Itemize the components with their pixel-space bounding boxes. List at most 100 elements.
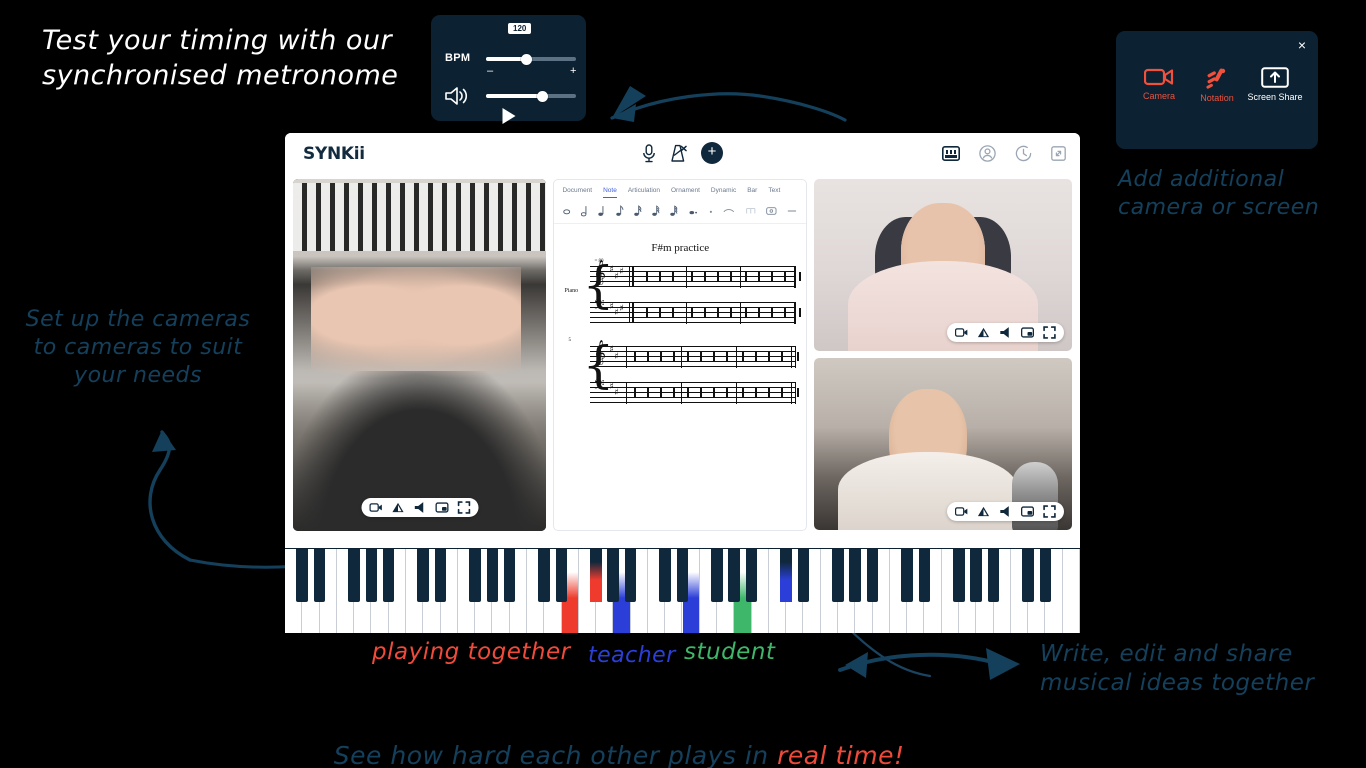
piano-black-key[interactable] (797, 549, 809, 602)
piano-black-key[interactable] (365, 549, 377, 602)
latency-meter-icon[interactable] (977, 326, 990, 339)
bpm-decrease-button[interactable]: – (487, 66, 493, 77)
camera-toggle-icon[interactable] (955, 505, 968, 518)
video-control-strip[interactable] (947, 502, 1064, 521)
piano-black-key[interactable] (417, 549, 429, 602)
key-press-highlight (590, 562, 602, 602)
tab-note[interactable]: Note (603, 187, 617, 198)
piano-black-key[interactable] (728, 549, 740, 602)
half-note-tool[interactable] (580, 204, 588, 218)
video-control-strip[interactable] (361, 498, 479, 517)
piano-black-key[interactable] (1039, 549, 1051, 602)
latency-meter-icon[interactable] (977, 505, 990, 518)
header-right-controls (942, 133, 1066, 173)
piano-keyboard-toggle-icon[interactable] (942, 145, 960, 161)
microphone-icon[interactable] (642, 143, 656, 163)
volume-slider-knob[interactable] (537, 90, 549, 102)
tab-ornament[interactable]: Ornament (671, 187, 700, 198)
video-control-strip[interactable] (947, 323, 1064, 342)
fullscreen-icon[interactable] (1043, 505, 1056, 518)
metronome-muted-icon[interactable] (670, 144, 687, 163)
expand-layout-icon[interactable] (1051, 145, 1066, 161)
staccato-dot-tool[interactable] (708, 205, 714, 217)
piano-black-key[interactable] (607, 549, 619, 602)
piano-black-key[interactable] (296, 549, 308, 602)
bpm-slider-knob[interactable] (521, 53, 532, 65)
metronome-play-button[interactable] (502, 108, 515, 124)
add-screenshare-option[interactable]: Screen Share (1246, 67, 1304, 102)
piano-black-key[interactable] (590, 549, 602, 602)
volume-slider[interactable] (486, 90, 576, 102)
add-plus-button[interactable]: + (701, 142, 723, 164)
piano-black-key[interactable] (313, 549, 326, 602)
add-notation-option[interactable]: Notation (1188, 67, 1246, 103)
participant-tile-teacher[interactable] (814, 358, 1072, 530)
piano-black-key[interactable] (970, 549, 982, 602)
tab-text[interactable]: Text (768, 187, 780, 198)
fullscreen-icon[interactable] (457, 501, 470, 514)
metronome-widget[interactable]: 120 BPM – + (431, 15, 586, 124)
piano-black-key[interactable] (434, 549, 447, 602)
beam-group-tool[interactable] (745, 205, 757, 217)
whole-note-tool[interactable] (563, 205, 571, 217)
speaker-mute-icon[interactable] (413, 501, 426, 514)
sixtyfourth-note-tool[interactable] (670, 204, 678, 218)
quarter-note-tool[interactable] (598, 204, 605, 218)
piano-black-key[interactable] (538, 549, 550, 602)
piano-black-key[interactable] (1022, 549, 1034, 602)
piano-black-key[interactable] (624, 549, 637, 602)
bpm-increase-button[interactable]: + (570, 66, 576, 77)
piano-black-key[interactable] (555, 549, 568, 602)
close-icon[interactable]: × (1295, 38, 1309, 52)
eraser-tool[interactable] (766, 205, 777, 217)
piano-black-key[interactable] (745, 549, 758, 602)
piano-black-key[interactable] (711, 549, 723, 602)
speaker-mute-icon[interactable] (999, 505, 1012, 518)
piano-black-key[interactable] (866, 549, 879, 602)
piano-black-key[interactable] (901, 549, 913, 602)
bpm-slider[interactable] (486, 53, 576, 65)
piano-black-key[interactable] (382, 549, 395, 602)
picture-in-picture-icon[interactable] (435, 501, 449, 514)
participants-icon[interactable] (979, 144, 996, 162)
add-camera-option[interactable]: Camera (1130, 67, 1188, 101)
camera-toggle-icon[interactable] (369, 501, 382, 514)
add-source-popover[interactable]: × Camera Notation Screen Share (1116, 31, 1318, 149)
sixteenth-note-tool[interactable] (634, 204, 642, 218)
piano-keyboard-strip[interactable] (285, 548, 1080, 633)
fullscreen-icon[interactable] (1043, 326, 1056, 339)
piano-white-key[interactable] (1062, 549, 1080, 633)
camera-toggle-icon[interactable] (955, 326, 968, 339)
dash-tool[interactable] (787, 205, 797, 217)
history-clock-icon[interactable] (1015, 145, 1032, 162)
participant-tile-student[interactable] (814, 179, 1072, 351)
picture-in-picture-icon[interactable] (1021, 505, 1034, 518)
picture-in-picture-icon[interactable] (1021, 326, 1034, 339)
piano-black-key[interactable] (849, 549, 861, 602)
eighth-note-tool[interactable] (615, 204, 624, 218)
piano-black-key[interactable] (676, 549, 689, 602)
piano-black-key[interactable] (918, 549, 930, 602)
notation-editor-pane[interactable]: Document Note Articulation Ornament Dyna… (553, 179, 807, 531)
piano-black-key[interactable] (987, 549, 1000, 602)
speaker-waves-icon[interactable] (444, 86, 470, 106)
camera-tile-piano-overhead[interactable] (293, 179, 547, 531)
piano-black-key[interactable] (486, 549, 498, 602)
piano-black-key[interactable] (953, 549, 965, 602)
tab-dynamic[interactable]: Dynamic (711, 187, 736, 198)
tie-slur-tool[interactable] (723, 205, 735, 217)
piano-black-key[interactable] (659, 549, 671, 602)
speaker-mute-icon[interactable] (999, 326, 1012, 339)
piano-black-key[interactable] (503, 549, 516, 602)
tab-articulation[interactable]: Articulation (628, 187, 660, 198)
piano-black-key[interactable] (348, 549, 360, 602)
dotted-note-tool[interactable] (689, 205, 698, 217)
thirtysecond-note-tool[interactable] (652, 204, 660, 218)
tab-bar[interactable]: Bar (747, 187, 757, 198)
piano-black-key[interactable] (469, 549, 481, 602)
tab-document[interactable]: Document (562, 187, 592, 198)
piano-black-key[interactable] (780, 549, 792, 602)
score-sheet[interactable]: F#m practice = 80 Piano { 𝄞 ♯ ♯ ♯ 𝄢 ♯ ♯ … (554, 224, 806, 404)
latency-meter-icon[interactable] (391, 501, 404, 514)
piano-black-key[interactable] (832, 549, 844, 602)
